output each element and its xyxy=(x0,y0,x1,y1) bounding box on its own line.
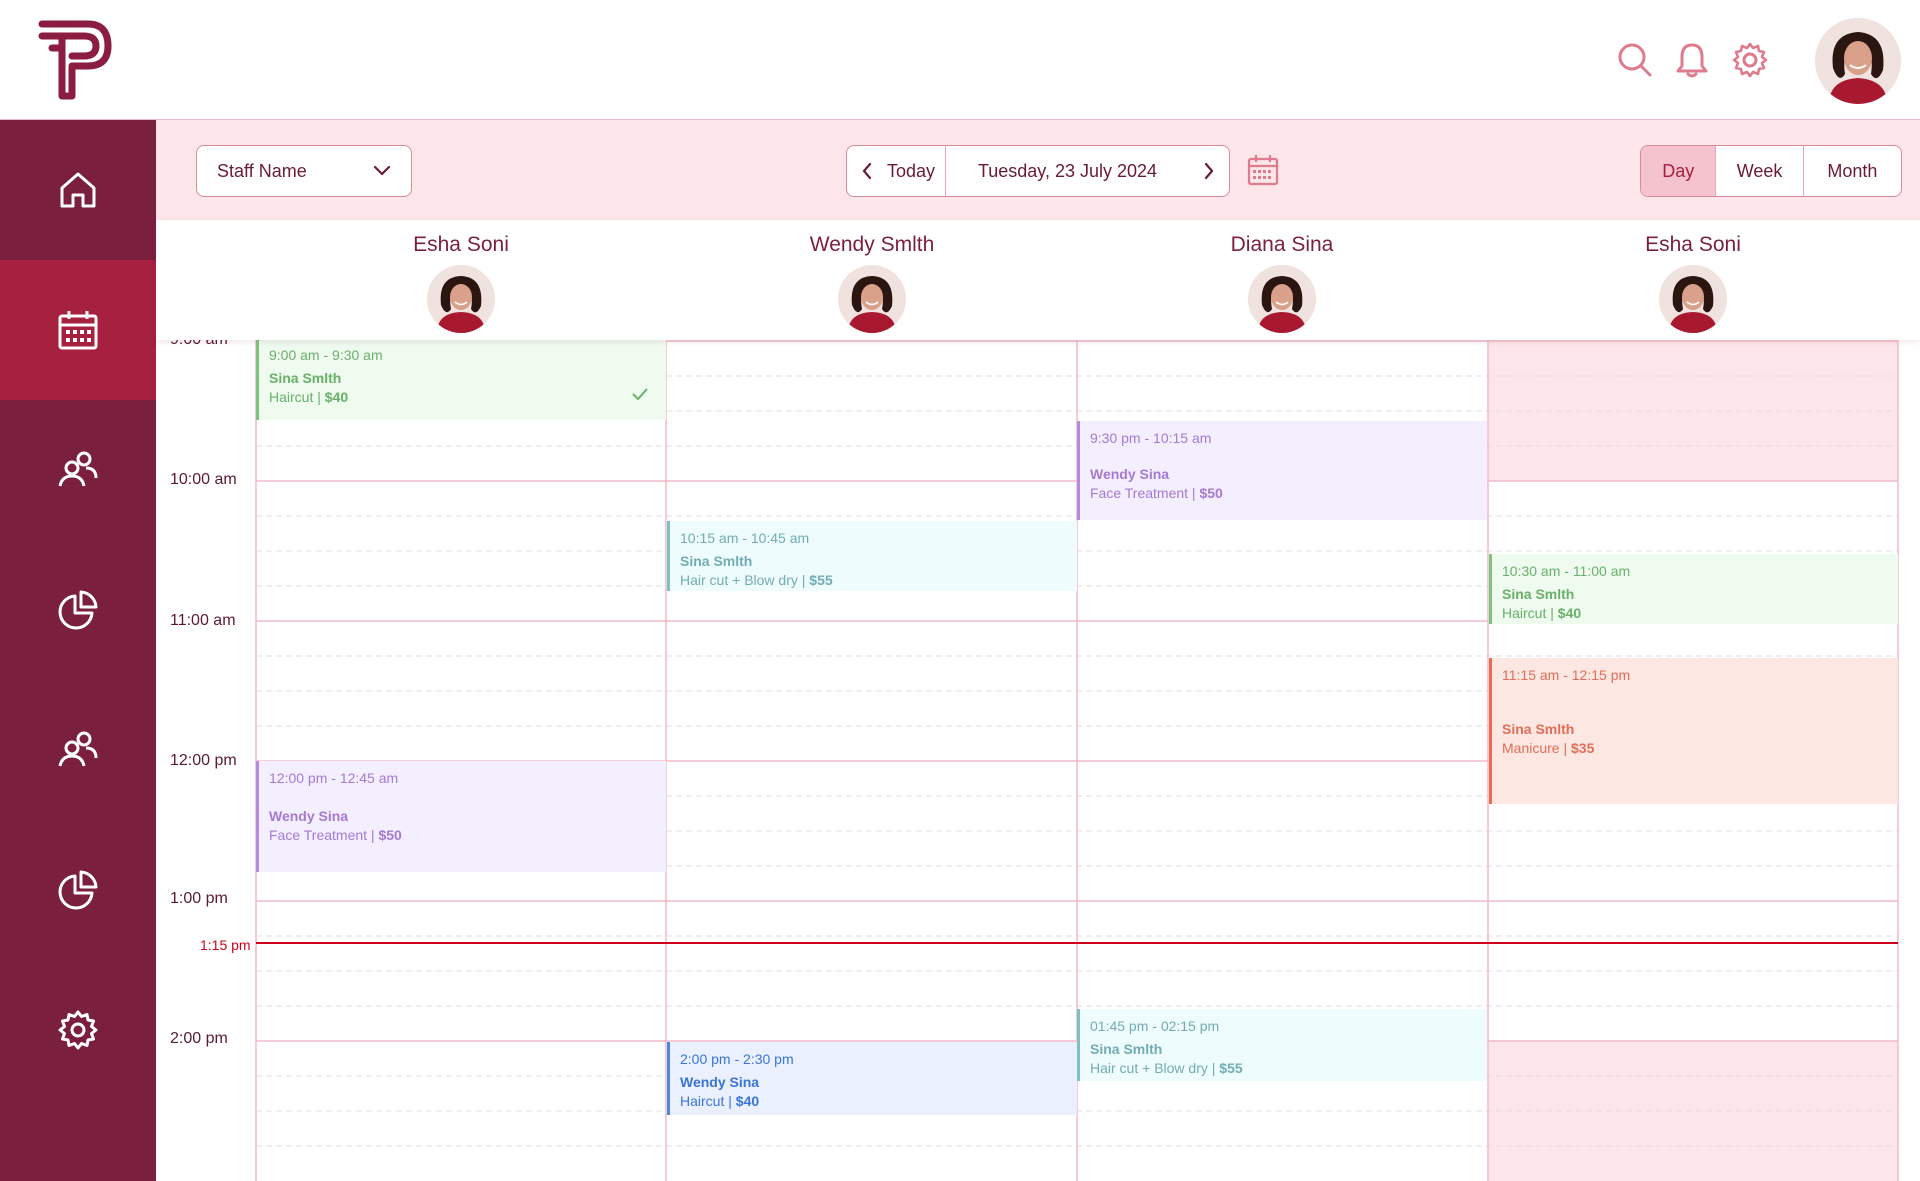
time-label: 11:00 am xyxy=(170,612,236,629)
check-icon xyxy=(632,388,648,400)
nav-calendar[interactable] xyxy=(0,260,156,400)
appointment-client: Sina Smlth xyxy=(1090,1041,1163,1057)
staff-column-header[interactable]: Diana Sina xyxy=(1077,220,1487,340)
appointment-price: $40 xyxy=(1557,605,1582,621)
appointment-time: 01:45 pm - 02:15 pm xyxy=(1090,1018,1220,1034)
next-day-button[interactable] xyxy=(1189,162,1229,180)
staff-name: Esha Soni xyxy=(1645,233,1741,256)
current-time-label: 1:15 pm xyxy=(200,937,251,953)
nav-clients[interactable] xyxy=(0,400,156,540)
staff-avatar xyxy=(1248,265,1316,333)
view-day-button[interactable]: Day xyxy=(1641,146,1717,196)
appointment-service: Manicure xyxy=(1502,740,1560,756)
appointment-price: $55 xyxy=(809,572,833,588)
time-label: 2:00 pm xyxy=(170,1030,228,1047)
current-date-label: Tuesday, 23 July 2024 xyxy=(977,160,1158,181)
appointment-client: Wendy Sina xyxy=(680,1074,760,1090)
appointment-client: Sina Smlth xyxy=(1502,586,1575,602)
time-label: 1:00 pm xyxy=(170,890,228,907)
nav-staff[interactable] xyxy=(0,680,156,820)
appointment-time: 9:30 pm - 10:15 am xyxy=(1090,430,1212,446)
home-icon xyxy=(60,172,96,208)
appointment-card[interactable]: 9:00 am - 9:30 am Sina Smlth Haircut | $… xyxy=(256,338,666,420)
appointment-card[interactable]: 01:45 pm - 02:15 pm Sina Smlth Hair cut … xyxy=(1077,1009,1487,1081)
nav-reports[interactable] xyxy=(0,540,156,680)
appointment-service: Hair cut + Blow dry xyxy=(1090,1060,1208,1076)
appointment-client: Wendy Sina xyxy=(1090,466,1170,482)
appointment-service: Haircut xyxy=(269,389,314,405)
staff-column-header[interactable]: Esha Soni xyxy=(1488,220,1898,340)
chevron-right-icon xyxy=(1204,162,1214,180)
date-navigator: Today Tuesday, 23 July 2024 xyxy=(846,145,1230,197)
users-icon xyxy=(58,451,98,487)
time-label: 10:00 am xyxy=(170,471,237,488)
calendar-picker-icon[interactable] xyxy=(1246,153,1280,187)
appointment-time: 10:15 am - 10:45 am xyxy=(680,530,810,546)
pie-chart-icon xyxy=(58,870,98,910)
appointment-service: Face Treatment xyxy=(269,827,368,843)
view-month-button[interactable]: Month xyxy=(1804,146,1901,196)
user-avatar[interactable] xyxy=(1815,18,1901,104)
calendar-grid-area: 9:00 am 10:00 am 11:00 am 12:00 pm 1:00 … xyxy=(156,220,1920,1181)
appointment-card[interactable]: 10:30 am - 11:00 am Sina Smlth Haircut |… xyxy=(1489,554,1898,624)
chevron-down-icon xyxy=(373,165,391,176)
appointment-price: $55 xyxy=(1219,1060,1243,1076)
appointment-price: $50 xyxy=(378,827,402,843)
appointment-time: 9:00 am - 9:30 am xyxy=(269,347,383,363)
staff-select[interactable]: Staff Name xyxy=(196,145,412,197)
nav-analytics[interactable] xyxy=(0,820,156,960)
bell-icon[interactable] xyxy=(1672,40,1712,80)
search-icon[interactable] xyxy=(1615,40,1655,80)
app-logo[interactable] xyxy=(38,18,113,102)
staff-avatar xyxy=(427,265,495,333)
today-button[interactable]: Today xyxy=(887,146,945,196)
staff-avatar xyxy=(838,265,906,333)
appointment-card[interactable]: 9:30 pm - 10:15 am Wendy Sina Face Treat… xyxy=(1077,421,1487,520)
gear-icon xyxy=(58,1010,98,1050)
appointment-client: Sina Smlth xyxy=(1502,721,1575,737)
chevron-left-icon xyxy=(862,162,872,180)
appointment-time: 12:00 pm - 12:45 am xyxy=(269,770,399,786)
appointment-service: Face Treatment xyxy=(1090,485,1189,501)
staff-header: Esha Soni Wendy Smlth Diana Sina Esha So… xyxy=(156,220,1920,340)
pie-chart-icon xyxy=(58,590,98,630)
gear-icon[interactable] xyxy=(1730,40,1770,80)
nav-settings[interactable] xyxy=(0,960,156,1100)
appointment-card[interactable]: 12:00 pm - 12:45 am Wendy Sina Face Trea… xyxy=(256,761,666,872)
appointment-client: Sina Smlth xyxy=(680,553,753,569)
view-week-button[interactable]: Week xyxy=(1716,146,1804,196)
sidebar xyxy=(0,120,156,1181)
appointment-card[interactable]: 10:15 am - 10:45 am Sina Smlth Hair cut … xyxy=(667,521,1077,591)
prev-day-button[interactable] xyxy=(847,146,887,196)
appointment-price: $35 xyxy=(1571,740,1595,756)
staff-name: Wendy Smlth xyxy=(809,233,935,256)
appointment-card[interactable]: 2:00 pm - 2:30 pm Wendy Sina Haircut | $… xyxy=(667,1042,1077,1115)
appointment-client: Wendy Sina xyxy=(269,808,349,824)
users-icon xyxy=(58,731,98,767)
appointment-price: $40 xyxy=(324,389,349,405)
staff-name: Esha Soni xyxy=(413,233,509,256)
appointment-service: Haircut xyxy=(1502,605,1547,621)
appointment-time: 2:00 pm - 2:30 pm xyxy=(680,1051,794,1067)
view-toggle: Day Week Month xyxy=(1640,145,1902,197)
staff-select-label: Staff Name xyxy=(217,160,307,181)
staff-column-header[interactable]: Esha Soni xyxy=(256,220,666,340)
appointment-time: 11:15 am - 12:15 pm xyxy=(1502,667,1631,683)
time-label: 12:00 pm xyxy=(170,752,237,769)
appointment-service: Haircut xyxy=(680,1093,725,1109)
staff-name: Diana Sina xyxy=(1230,233,1334,256)
appointment-card[interactable]: 11:15 am - 12:15 pm Sina Smlth Manicure … xyxy=(1489,658,1898,804)
appointment-price: $40 xyxy=(735,1093,760,1109)
appointment-price: $50 xyxy=(1199,485,1223,501)
calendar-icon xyxy=(58,311,98,350)
current-time-line xyxy=(256,942,1898,944)
nav-home[interactable] xyxy=(0,120,156,260)
appointment-time: 10:30 am - 11:00 am xyxy=(1502,563,1631,579)
staff-column-header[interactable]: Wendy Smlth xyxy=(667,220,1077,340)
appointment-service: Hair cut + Blow dry xyxy=(680,572,798,588)
top-bar xyxy=(0,0,1920,120)
staff-avatar xyxy=(1659,265,1727,333)
appointment-client: Sina Smlth xyxy=(269,370,342,386)
